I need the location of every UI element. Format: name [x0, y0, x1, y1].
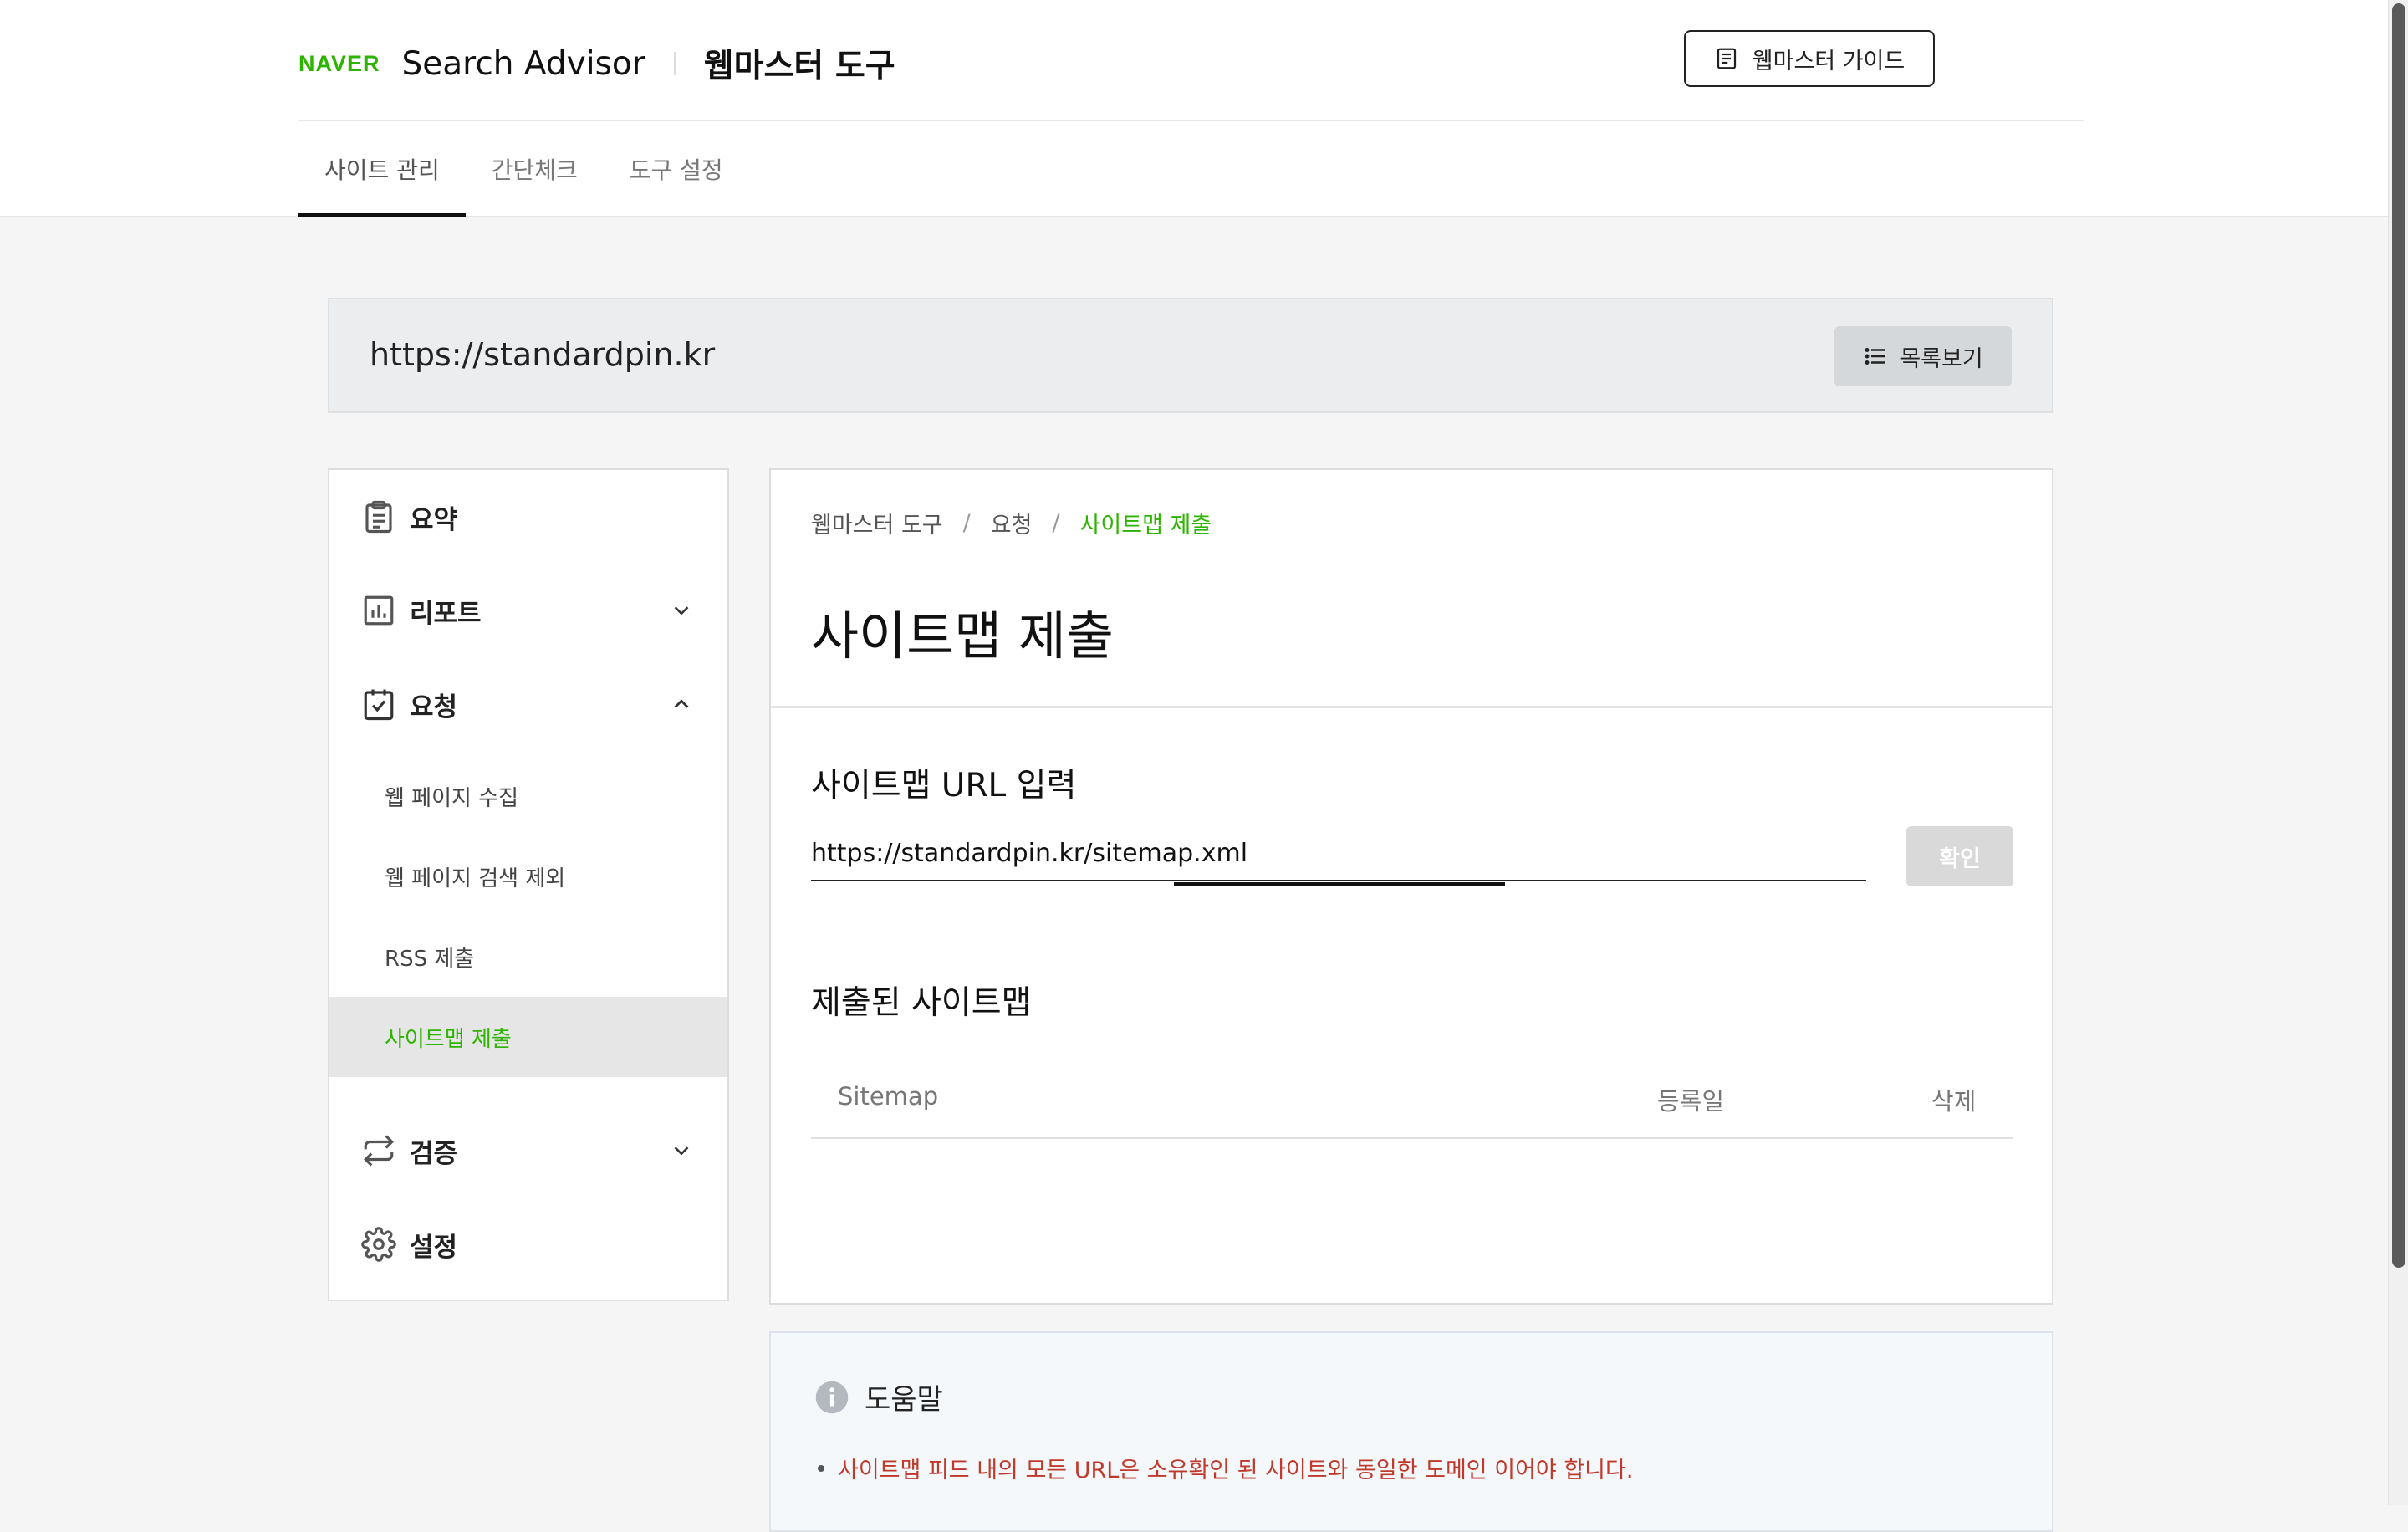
sidebar-item-report[interactable]: 리포트	[329, 564, 727, 657]
breadcrumb-item[interactable]: 요청	[991, 507, 1033, 539]
tool-title[interactable]: 웹마스터 도구	[704, 40, 895, 87]
sidebar-item-label: 리포트	[410, 598, 482, 629]
column-header-delete: 삭제	[1931, 1087, 1977, 1116]
info-icon	[815, 1381, 849, 1413]
help-box: 도움말 사이트맵 피드 내의 모든 URL은 소유확인 된 사이트와 동일한 도…	[769, 1331, 2053, 1532]
panel-divider	[771, 706, 2052, 708]
breadcrumb: 웹마스터 도구 / 요청 / 사이트맵 제출	[811, 507, 1212, 539]
brand-name[interactable]: Search Advisor	[402, 45, 645, 83]
help-item: 사이트맵 피드 내의 모든 URL은 소유확인 된 사이트와 동일한 도메인 이…	[818, 1452, 1633, 1484]
sidebar-subitem-rss-submit[interactable]: RSS 제출	[329, 917, 727, 997]
top-tabs: 사이트 관리 간단체크 도구 설정	[298, 121, 749, 217]
sidebar-subitem-sitemap-submit[interactable]: 사이트맵 제출	[329, 997, 727, 1077]
input-focus-indicator	[1174, 882, 1505, 886]
sidebar-item-settings[interactable]: 설정	[329, 1198, 727, 1291]
submitted-sitemaps-title: 제출된 사이트맵	[811, 984, 1032, 1022]
sidebar-item-label: 설정	[410, 1232, 458, 1263]
scrollbar[interactable]	[2388, 0, 2408, 1505]
sidebar-subitem-web-page-exclude[interactable]: 웹 페이지 검색 제외	[329, 836, 727, 917]
sidebar-item-label: 검증	[410, 1138, 458, 1169]
webmaster-guide-label: 웹마스터 가이드	[1752, 48, 1905, 74]
help-title-text: 도움말	[865, 1383, 943, 1417]
chevron-up-icon	[674, 699, 689, 708]
chevron-down-icon	[674, 606, 689, 615]
tab-site-management[interactable]: 사이트 관리	[298, 121, 466, 217]
sidebar-subitem-label: 사이트맵 제출	[385, 1026, 512, 1052]
breadcrumb-separator: /	[1052, 510, 1060, 536]
chevron-down-icon	[674, 1146, 689, 1156]
checklist-icon	[364, 689, 394, 721]
sidebar-subitem-label: 웹 페이지 검색 제외	[385, 866, 566, 891]
sidebar-subitem-label: RSS 제출	[385, 946, 475, 972]
list-view-label: 목록보기	[1900, 345, 1983, 372]
header: NAVER Search Advisor 웹마스터 도구 웹마스터 가이드 사이…	[0, 0, 2388, 217]
sidebar-item-verify[interactable]: 검증	[329, 1104, 727, 1198]
repeat-icon	[364, 1135, 394, 1167]
breadcrumb-item[interactable]: 웹마스터 도구	[811, 507, 943, 539]
site-url: https://standardpin.kr	[370, 336, 716, 373]
help-title: 도움말	[814, 1376, 943, 1417]
page-title: 사이트맵 제출	[811, 605, 1114, 666]
sidebar: 요약 리포트 요청 웹 페이지 수집 웹 페이지 검색 제외 RSS 제출 사이…	[328, 468, 729, 1301]
header-separator	[673, 52, 676, 75]
sidebar-item-summary[interactable]: 요약	[329, 470, 727, 564]
document-icon	[1717, 48, 1736, 69]
scrollbar-thumb[interactable]	[2392, 3, 2405, 1268]
confirm-button[interactable]: 확인	[1906, 826, 2013, 886]
naver-logo[interactable]: NAVER	[298, 51, 380, 77]
webmaster-guide-button[interactable]: 웹마스터 가이드	[1684, 30, 1935, 87]
sidebar-item-label: 요약	[410, 504, 458, 535]
sitemap-panel: 웹마스터 도구 / 요청 / 사이트맵 제출 사이트맵 제출 사이트맵 URL …	[769, 468, 2053, 1305]
sidebar-item-label: 요청	[410, 692, 458, 723]
sitemap-url-section-title: 사이트맵 URL 입력	[811, 767, 1077, 804]
column-header-sitemap[interactable]: Sitemap	[838, 1082, 938, 1111]
clipboard-icon	[365, 500, 392, 534]
site-bar: https://standardpin.kr 목록보기	[328, 298, 2053, 413]
sidebar-subitem-web-page-collect[interactable]: 웹 페이지 수집	[329, 756, 727, 836]
breadcrumb-separator: /	[962, 510, 971, 536]
sidebar-item-request[interactable]: 요청	[329, 657, 727, 751]
bullet-icon	[818, 1464, 824, 1472]
sitemap-table-header: Sitemap 등록일 삭제	[811, 1064, 2013, 1139]
list-view-button[interactable]: 목록보기	[1834, 326, 2012, 386]
bar-chart-icon	[364, 595, 394, 626]
help-item-text: 사이트맵 피드 내의 모든 URL은 소유확인 된 사이트와 동일한 도메인 이…	[838, 1458, 1634, 1483]
breadcrumb-current: 사이트맵 제출	[1079, 513, 1212, 539]
sidebar-subitem-label: 웹 페이지 수집	[385, 785, 519, 811]
sitemap-url-input[interactable]	[811, 826, 1866, 881]
gear-icon	[361, 1227, 396, 1262]
tab-tool-settings[interactable]: 도구 설정	[604, 121, 749, 216]
logo-row: NAVER Search Advisor 웹마스터 도구	[298, 30, 895, 97]
column-header-date[interactable]: 등록일	[1657, 1082, 1724, 1117]
tab-quick-check[interactable]: 간단체크	[466, 121, 604, 216]
list-icon	[1865, 348, 1885, 365]
